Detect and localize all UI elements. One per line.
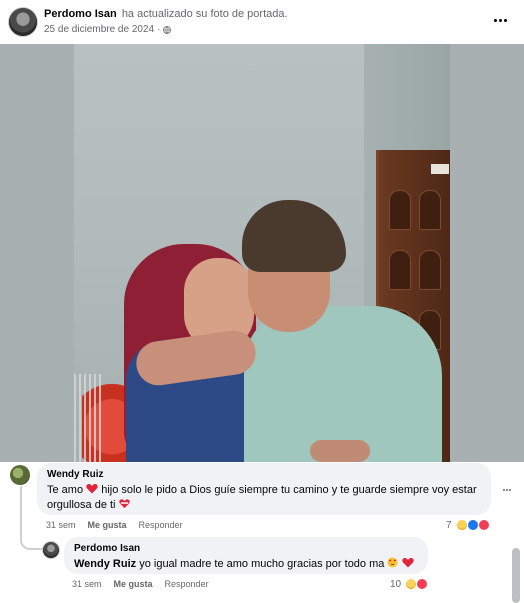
comments-section: Wendy Ruiz Te amo hijo solo le pido a Di…: [0, 462, 524, 603]
comment-options-button[interactable]: [500, 484, 514, 496]
like-reply-button[interactable]: Me gusta: [114, 579, 153, 589]
more-options-button[interactable]: [490, 11, 510, 29]
reaction-count: 7: [446, 519, 452, 531]
heart-emoji-icon: [401, 558, 414, 568]
scrollbar[interactable]: [512, 548, 520, 603]
comment-reactions[interactable]: 7: [446, 519, 490, 531]
reply-reactions[interactable]: 10: [390, 578, 429, 590]
reply-actions: 31 sem Me gusta Responder: [72, 579, 209, 589]
heart-eyes-emoji-icon: [387, 557, 398, 568]
post-meta: 25 de diciembre de 2024 ·: [44, 24, 172, 35]
post-action-text: ha actualizado su foto de portada.: [121, 8, 288, 20]
reply-reaction-count: 10: [390, 578, 402, 590]
reply-reply-button[interactable]: Responder: [165, 579, 209, 589]
cover-photo[interactable]: [74, 44, 450, 462]
post-date[interactable]: 25 de diciembre de 2024: [44, 24, 154, 35]
comment-author[interactable]: Wendy Ruiz: [47, 469, 481, 481]
love-icon: [416, 578, 429, 590]
post-header: Perdomo Isan ha actualizado su foto de p…: [0, 0, 524, 44]
author-avatar[interactable]: [8, 7, 38, 37]
heart-ribbon-emoji-icon: [118, 499, 130, 509]
comment-actions: 31 sem Me gusta Responder: [46, 520, 183, 530]
like-icon: [466, 519, 479, 531]
like-comment-button[interactable]: Me gusta: [88, 520, 127, 530]
care-icon: [455, 519, 468, 531]
reply-author[interactable]: Perdomo Isan: [74, 543, 418, 555]
author-line: Perdomo Isan ha actualizado su foto de p…: [44, 8, 288, 20]
reply-avatar[interactable]: [42, 541, 60, 559]
meta-separator: ·: [157, 24, 161, 35]
reply-text: Wendy Ruiz yo igual madre te amo mucho g…: [74, 557, 418, 572]
reply-bubble: Perdomo Isan Wendy Ruiz yo igual madre t…: [64, 537, 428, 574]
heart-emoji-icon: [86, 484, 98, 494]
photo-viewer[interactable]: [0, 44, 524, 462]
author-name[interactable]: Perdomo Isan: [44, 8, 117, 20]
more-horizontal-icon: [493, 18, 497, 22]
comment-bubble: Wendy Ruiz Te amo hijo solo le pido a Di…: [37, 463, 491, 515]
globe-icon: [163, 25, 172, 34]
reply-time[interactable]: 31 sem: [72, 579, 102, 589]
reply-comment-button[interactable]: Responder: [139, 520, 183, 530]
comment-time[interactable]: 31 sem: [46, 520, 76, 530]
commenter-avatar[interactable]: [10, 465, 30, 485]
comment-text: Te amo hijo solo le pido a Dios guíe sie…: [47, 484, 477, 511]
reply-mention[interactable]: Wendy Ruiz: [74, 558, 136, 570]
love-icon: [477, 519, 490, 531]
